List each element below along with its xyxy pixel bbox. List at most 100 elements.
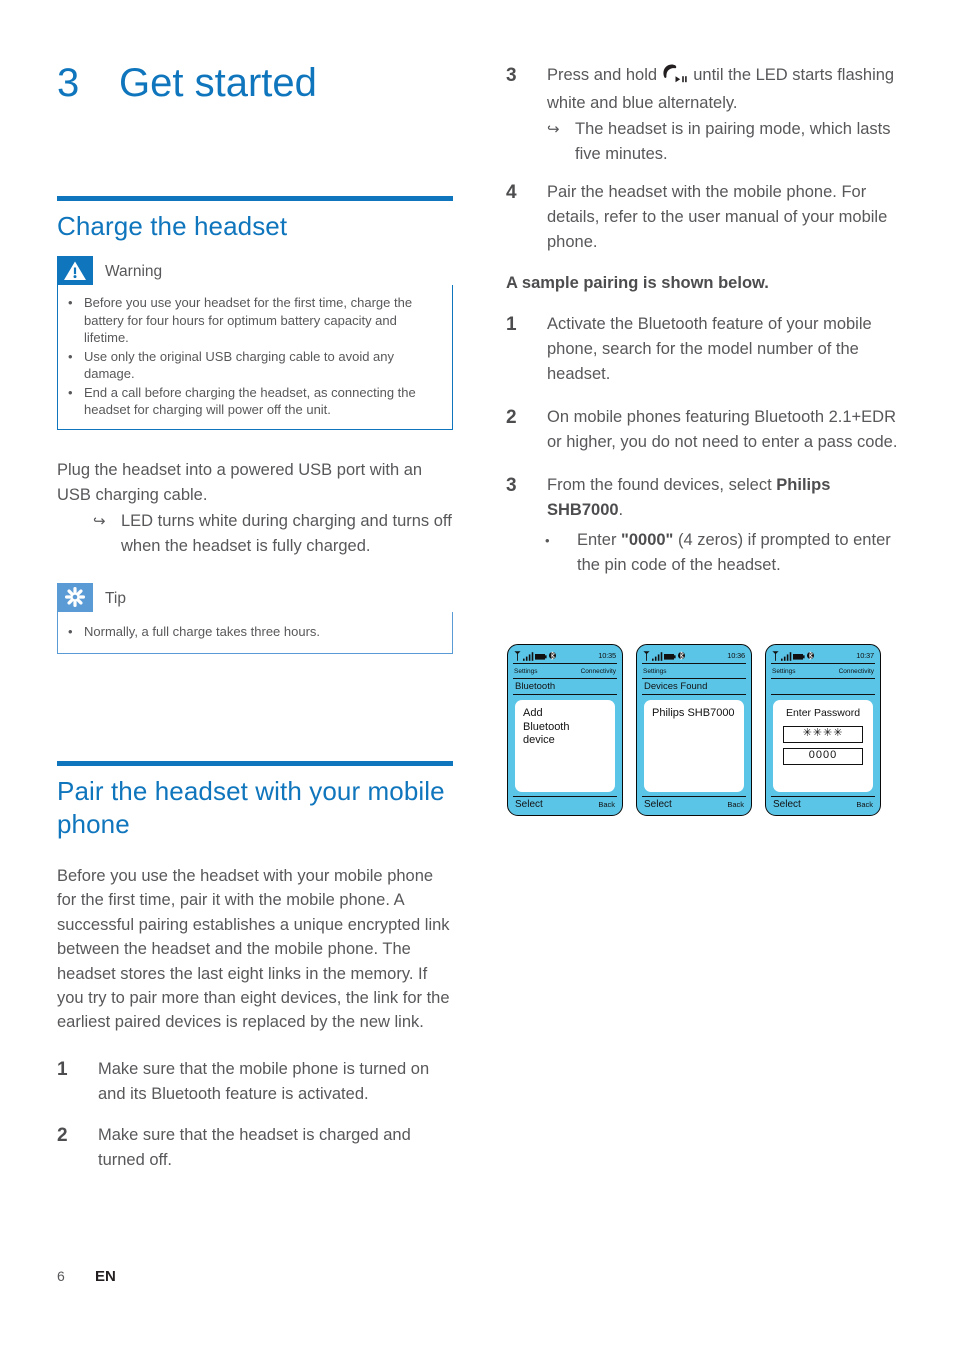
- section-charge-the-headset: Charge the headset Warning • Before you …: [57, 196, 453, 654]
- menu-bar: Settings Connectivity: [513, 664, 617, 679]
- warning-item-text: Before you use your headset for the firs…: [84, 295, 413, 345]
- softkey-back[interactable]: Back: [856, 800, 873, 809]
- warning-body: • Before you use your headset for the fi…: [57, 285, 453, 430]
- sample-step-3-bullet: • Enter "0000" (4 zeros) if prompted to …: [506, 528, 902, 578]
- phone-screen-bluetooth: 10:35 Settings Connectivity Bluetooth Ad…: [507, 644, 623, 816]
- pin-prefix: Enter: [577, 531, 622, 549]
- sample-step-1: 1 Activate the Bluetooth feature of your…: [506, 312, 902, 387]
- step-text: Make sure that the mobile phone is turne…: [98, 1059, 430, 1103]
- battery-icon: [793, 654, 805, 660]
- charge-result-text: LED turns white during charging and turn…: [121, 511, 452, 555]
- manual-page: 3 Get started Charge the headset Warning: [0, 0, 954, 1350]
- menu-right-label: Connectivity: [580, 667, 616, 675]
- softkey-back[interactable]: Back: [727, 800, 744, 809]
- signal-bars-icon: [780, 652, 791, 661]
- warning-item-text: Use only the original USB charging cable…: [84, 348, 395, 382]
- signal-bars-icon: [522, 652, 533, 661]
- list-item[interactable]: Add: [523, 707, 608, 721]
- tip-item: • Normally, a full charge takes three ho…: [68, 623, 442, 641]
- section-title-charge: Charge the headset: [57, 211, 288, 241]
- phone-screen-figures: 10:35 Settings Connectivity Bluetooth Ad…: [507, 644, 881, 816]
- bluetooth-icon: [677, 651, 685, 660]
- warning-item: • End a call before charging the headset…: [68, 384, 442, 419]
- step-3-result: ↪ The headset is in pairing mode, which …: [506, 117, 902, 167]
- arrow-result-icon: ↪: [547, 121, 560, 138]
- chapter-title: Get started: [119, 61, 317, 105]
- soft-key-bar: Select Back: [642, 796, 746, 811]
- page-number: 6: [57, 1268, 65, 1284]
- warning-item: • Use only the original USB charging cab…: [68, 348, 442, 383]
- step-number: 4: [506, 182, 517, 203]
- password-masked-field[interactable]: ✳✳✳✳: [783, 725, 863, 743]
- menu-right-label: Connectivity: [838, 667, 874, 675]
- signal-bars-icon: [651, 652, 662, 661]
- screen-content-area: Philips SHB7000: [642, 695, 746, 796]
- softkey-select[interactable]: Select: [644, 799, 672, 810]
- status-bar: 10:36: [642, 649, 746, 664]
- step-3-result-text: The headset is in pairing mode, which la…: [575, 120, 891, 163]
- soft-key-bar: Select Back: [771, 796, 875, 811]
- arrow-result-icon: ↪: [93, 512, 106, 530]
- sample-pairing-leadin: A sample pairing is shown below.: [506, 274, 769, 292]
- chapter-number: 3: [57, 61, 80, 105]
- status-time: 10:36: [727, 651, 745, 660]
- charge-paragraph: Plug the headset into a powered USB port…: [57, 460, 423, 504]
- step-number: 1: [506, 314, 517, 335]
- sample-step-3: 3 From the found devices, select Philips…: [506, 473, 902, 523]
- pair-paragraph: Before you use the headset with your mob…: [57, 867, 450, 1032]
- step-number: 2: [57, 1124, 68, 1146]
- warning-header: Warning: [57, 256, 453, 285]
- warning-box: Warning • Before you use your headset fo…: [57, 256, 453, 430]
- password-dialog-title: Enter Password: [785, 707, 861, 719]
- list-item[interactable]: device: [523, 734, 608, 748]
- softkey-back[interactable]: Back: [598, 800, 615, 809]
- antenna-icon: [643, 651, 650, 661]
- status-bar: 10:35: [513, 649, 617, 664]
- step-text: From the found devices, select Philips S…: [547, 473, 902, 523]
- bluetooth-icon: [548, 651, 556, 660]
- warning-label: Warning: [105, 263, 163, 280]
- section-pair-the-headset: Pair the headset with your mobile phone …: [57, 761, 453, 1173]
- right-steps-container: 3 Press and hold until the LED starts fl…: [506, 63, 902, 578]
- password-dialog: Enter Password ✳✳✳✳ 0000: [773, 700, 873, 792]
- phone-play-pause-button-icon: [662, 64, 689, 91]
- antenna-icon: [514, 651, 521, 661]
- phone-screen-devices-found: 10:36 Settings Devices Found Philips SHB…: [636, 644, 752, 816]
- password-value-field[interactable]: 0000: [783, 747, 863, 765]
- bullet-glyph: •: [68, 384, 73, 400]
- pin-code-value: "0000": [621, 531, 674, 549]
- bluetooth-icon: [806, 651, 814, 660]
- softkey-select[interactable]: Select: [773, 799, 801, 810]
- step-number: 2: [506, 407, 517, 428]
- list-item[interactable]: Philips SHB7000: [652, 707, 737, 721]
- menu-left-label: Settings: [772, 667, 796, 675]
- step-text: Pair the headset with the mobile phone. …: [547, 183, 888, 251]
- section-rule: [57, 196, 453, 201]
- screen-title: Bluetooth: [513, 679, 617, 695]
- step-text: Press and hold until the LED starts flas…: [547, 63, 902, 116]
- chapter-heading: 3 Get started: [57, 58, 317, 108]
- step-3-suffix: .: [618, 501, 624, 519]
- warning-item-text: End a call before charging the headset, …: [84, 384, 416, 418]
- tip-label: Tip: [105, 589, 126, 607]
- charge-result: ↪ LED turns white during charging and tu…: [57, 509, 453, 559]
- battery-icon: [664, 654, 676, 660]
- screen-title: Devices Found: [642, 679, 746, 695]
- device-list[interactable]: Philips SHB7000: [644, 700, 744, 792]
- status-icons: [772, 650, 814, 661]
- screen-content-area: Add Bluetooth device: [513, 695, 617, 796]
- menu-list[interactable]: Add Bluetooth device: [515, 700, 615, 792]
- list-item[interactable]: Bluetooth: [523, 721, 608, 735]
- status-icons: [643, 650, 685, 661]
- status-time: 10:35: [598, 651, 616, 660]
- bullet-glyph: •: [68, 295, 73, 310]
- softkey-select[interactable]: Select: [515, 799, 543, 810]
- tip-box: Tip • Normally, a full charge takes thre…: [57, 582, 453, 654]
- screen-content-area: Enter Password ✳✳✳✳ 0000: [771, 695, 875, 796]
- bullet-glyph: •: [545, 533, 550, 548]
- tip-body: • Normally, a full charge takes three ho…: [57, 611, 453, 654]
- warning-item: • Before you use your headset for the fi…: [68, 294, 442, 347]
- status-time: 10:37: [856, 651, 874, 660]
- language-code: EN: [95, 1268, 116, 1285]
- menu-bar: Settings: [642, 664, 746, 679]
